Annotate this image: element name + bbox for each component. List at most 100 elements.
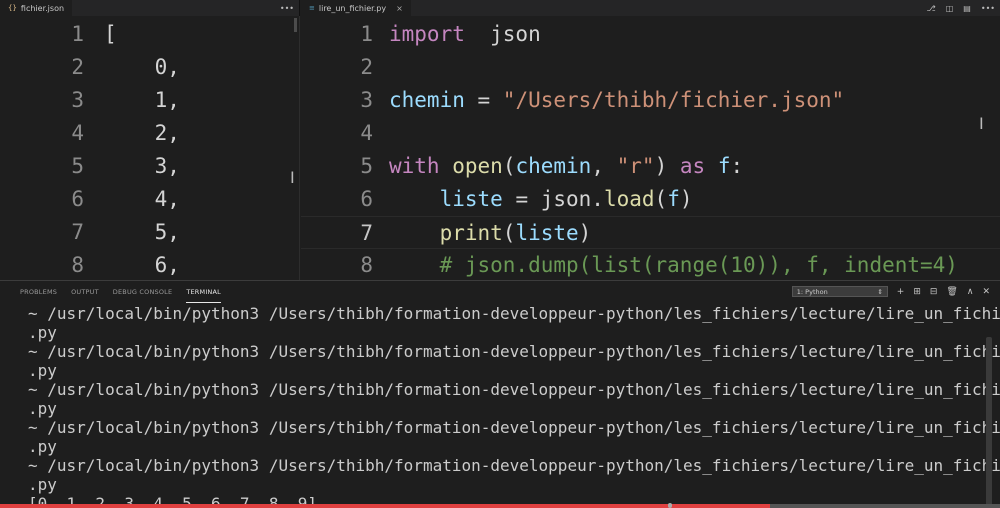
code-token: ) [578, 221, 592, 245]
python-editor[interactable]: I 1 import json 2 3 chemin = "/Users/thibh/f… [301, 16, 1000, 280]
line-number: 2 [360, 55, 373, 79]
code-token: ) [654, 154, 680, 178]
code-token: ( [502, 221, 516, 245]
code-line: 8 6, [0, 249, 299, 280]
line-number: 1 [71, 22, 84, 46]
code-text: print(liste) [389, 217, 592, 250]
terminal-line: ~ /usr/local/bin/python3 /Users/thibh/fo… [28, 418, 1000, 437]
code-line: 7 5, [0, 216, 299, 249]
json-editor[interactable]: I 1[2 0, 3 1, 4 2, 5 3, 6 4, 7 5, 8 6, [0, 16, 300, 280]
code-token: f [667, 187, 680, 211]
line-number: 4 [71, 121, 84, 145]
code-token: chemin [389, 88, 465, 112]
code-token: = [464, 88, 503, 112]
code-line: 8 # json.dump(list(range(10)), f, indent… [301, 249, 1000, 280]
code-line: 5 3, [0, 150, 299, 183]
code-token: ) [679, 187, 693, 211]
terminal-line: ~ /usr/local/bin/python3 /Users/thibh/fo… [28, 456, 1000, 475]
video-progress-handle[interactable] [668, 503, 672, 508]
vscode-window: {} fichier.json ••• ≡ lire_un_fichier.py… [0, 0, 1000, 508]
tab-lire-un-fichier-py[interactable]: ≡ lire_un_fichier.py × [301, 0, 411, 16]
code-line: 1 import json [301, 18, 1000, 51]
line-number: 1 [360, 22, 373, 46]
code-token: open [452, 154, 503, 178]
tab-problems[interactable]: PROBLEMS [20, 282, 57, 302]
bottom-panel: PROBLEMS OUTPUT DEBUG CONSOLE TERMINAL 1: P… [0, 280, 1000, 508]
line-number: 8 [360, 253, 373, 277]
line-number: 4 [360, 121, 373, 145]
code-line: 2 0, [0, 51, 299, 84]
json-file-icon: {} [8, 4, 17, 12]
code-text: 1, [104, 88, 180, 112]
line-number: 6 [71, 187, 84, 211]
terminal-scrollbar[interactable] [986, 337, 992, 507]
code-text: # json.dump(list(range(10)), f, indent=4… [389, 249, 958, 280]
terminal-line: ~ /usr/local/bin/python3 /Users/thibh/fo… [28, 342, 1000, 361]
code-token: # json.dump(list(range(10)), f, indent=4… [439, 253, 958, 277]
code-line: 4 [301, 117, 1000, 150]
code-token: print [439, 221, 503, 245]
tab-terminal[interactable]: TERMINAL [186, 282, 221, 303]
layout-icon[interactable]: ▤ [958, 4, 976, 13]
terminal-line: .py [28, 475, 57, 494]
close-panel-icon[interactable]: ✕ [982, 287, 990, 297]
tab-label: fichier.json [20, 3, 65, 13]
chevron-up-icon[interactable]: ∧ [967, 287, 974, 297]
trash-icon[interactable]: 🗑 [946, 287, 957, 297]
code-text: with open(chemin, "r") as f: [389, 150, 743, 183]
code-line: 6 liste = json.load(f) [301, 183, 1000, 216]
line-number: 8 [71, 253, 84, 277]
code-line: 3 chemin = "/Users/thibh/fichier.json" [301, 84, 1000, 117]
tab-fichier-json[interactable]: {} fichier.json [0, 0, 73, 16]
terminal-line: ~ /usr/local/bin/python3 /Users/thibh/fo… [28, 380, 1000, 399]
code-text: [ [104, 22, 117, 46]
terminal-output[interactable]: ~ /usr/local/bin/python3 /Users/thibh/fo… [28, 304, 1000, 508]
source-control-icon[interactable]: ⎇ [922, 4, 941, 13]
code-line: 7 print(liste) [301, 216, 1000, 249]
code-token: ( [502, 154, 516, 178]
code-token: liste [439, 187, 503, 211]
code-token: : [730, 154, 744, 178]
code-text: 5, [104, 220, 180, 244]
tab-debug-console[interactable]: DEBUG CONSOLE [113, 282, 173, 302]
more-actions-icon[interactable]: ••• [976, 4, 1000, 13]
kill-panel-icon[interactable]: ⊟ [930, 287, 938, 297]
code-token: , [591, 154, 617, 178]
line-number: 6 [360, 187, 373, 211]
terminal-line: .py [28, 361, 57, 380]
code-line: 1[ [0, 18, 299, 51]
terminal-line: .py [28, 323, 57, 342]
left-tabbar: {} fichier.json ••• [0, 0, 300, 16]
code-line: 4 2, [0, 117, 299, 150]
close-icon[interactable]: × [396, 4, 403, 13]
code-token: liste [515, 221, 579, 245]
code-text: 0, [104, 55, 180, 79]
line-number: 3 [71, 88, 84, 112]
split-editor-icon[interactable]: ◫ [941, 4, 959, 13]
code-text: 3, [104, 154, 180, 178]
tab-output[interactable]: OUTPUT [71, 282, 99, 302]
terminal-select[interactable]: 1: Python ⇕ [791, 286, 888, 297]
terminal-line: ~ /usr/local/bin/python3 /Users/thibh/fo… [28, 304, 1000, 323]
code-token: = json. [502, 187, 604, 211]
code-token: load [603, 187, 655, 211]
line-number: 5 [360, 154, 373, 178]
code-text: 2, [104, 121, 180, 145]
new-terminal-icon[interactable]: + [897, 287, 905, 297]
terminal-select-value: 1: Python [796, 287, 828, 296]
code-line: 3 1, [0, 84, 299, 117]
code-token: with [389, 154, 440, 178]
code-token: f [717, 154, 731, 178]
split-terminal-icon[interactable]: ⊞ [913, 287, 921, 297]
more-actions-icon[interactable]: ••• [275, 4, 299, 13]
video-progress-fill [0, 504, 770, 508]
code-line: 6 4, [0, 183, 299, 216]
code-token: ( [654, 187, 668, 211]
line-number: 7 [360, 221, 373, 245]
line-number: 2 [71, 55, 84, 79]
code-line: 5 with open(chemin, "r") as f: [301, 150, 1000, 183]
